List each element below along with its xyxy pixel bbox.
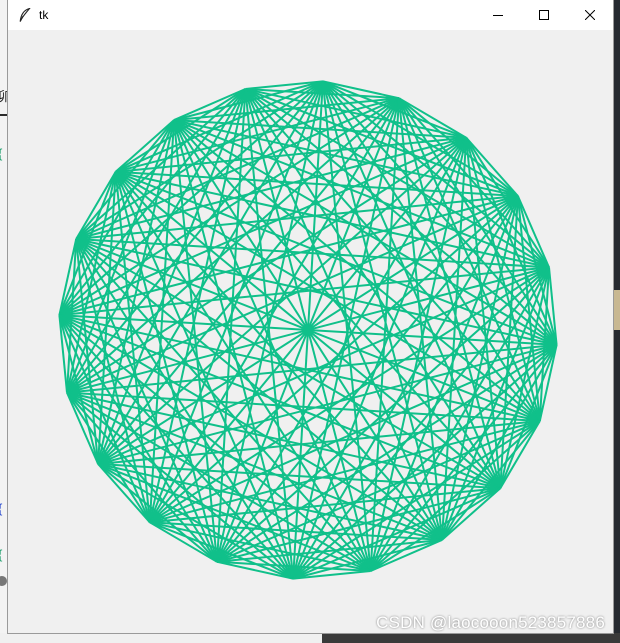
maximize-icon — [539, 10, 549, 20]
graph-edge — [244, 88, 372, 572]
maximize-button[interactable] — [521, 0, 567, 30]
close-icon — [585, 10, 595, 20]
feather-icon — [17, 7, 33, 23]
close-button[interactable] — [567, 0, 613, 30]
minimize-button[interactable] — [475, 0, 521, 30]
window-title: tk — [39, 8, 49, 22]
title-bar[interactable]: tk — [8, 0, 613, 30]
complete-graph-figure — [58, 80, 558, 580]
background-panel — [0, 633, 322, 643]
background-char: { — [0, 146, 2, 161]
window-controls — [475, 0, 613, 30]
graph-edges — [58, 80, 558, 580]
csdn-watermark: CSDN @laocooon523857886 — [376, 613, 605, 632]
graph-edge — [370, 487, 501, 572]
graph-edge — [465, 137, 550, 268]
graph-edge — [321, 81, 372, 572]
background-app-right-strip — [614, 0, 620, 643]
background-swatch — [614, 290, 620, 330]
background-char: { — [0, 501, 2, 516]
graph-edge — [75, 238, 501, 490]
tk-canvas[interactable] — [8, 30, 613, 633]
background-icon — [0, 576, 7, 586]
background-divider — [0, 114, 8, 116]
background-app-strip: 卯 { { { — [0, 0, 11, 643]
background-taskbar — [0, 633, 620, 643]
tk-window: tk — [8, 0, 613, 633]
minimize-icon — [493, 15, 503, 16]
background-char: { — [0, 547, 2, 562]
